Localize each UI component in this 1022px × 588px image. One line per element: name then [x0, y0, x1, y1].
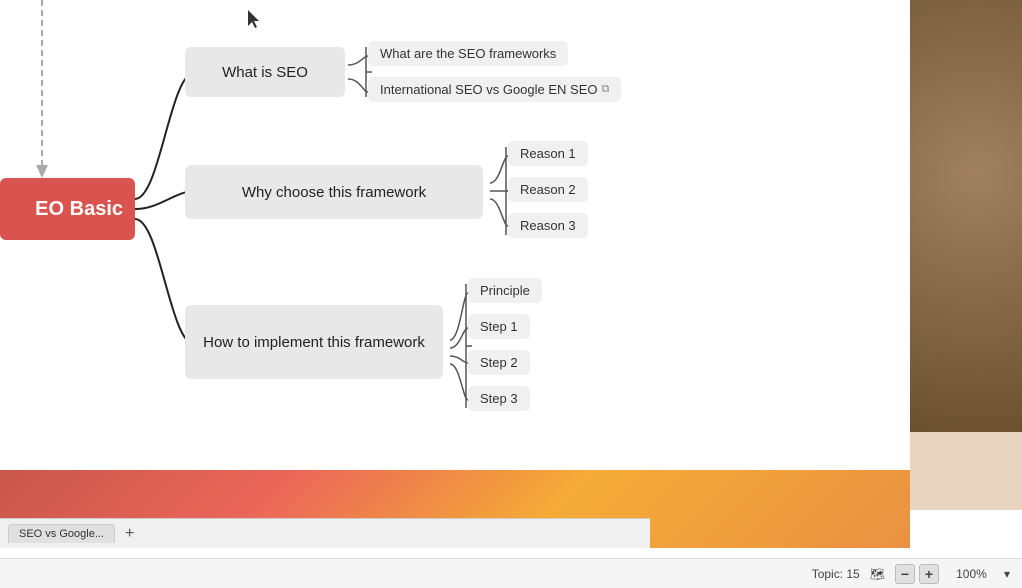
leaf-seo-frameworks-label: What are the SEO frameworks	[380, 46, 556, 61]
leaf-step2-label: Step 2	[480, 355, 518, 370]
zoom-dropdown-icon[interactable]: ▾	[1004, 567, 1010, 581]
leaf-reason1[interactable]: Reason 1	[508, 141, 588, 166]
add-tab-button[interactable]: +	[119, 525, 140, 543]
status-bar: Topic: 15 🗺 − + 100% ▾	[0, 558, 1022, 588]
zoom-in-button[interactable]: +	[919, 564, 939, 584]
right-panel-texture	[910, 0, 1022, 432]
zoom-out-button[interactable]: −	[895, 564, 915, 584]
node-why-choose[interactable]: Why choose this framework	[185, 165, 483, 219]
root-node-label: EO Basic	[35, 198, 123, 221]
leaf-reason3[interactable]: Reason 3	[508, 213, 588, 238]
leaf-international-seo[interactable]: International SEO vs Google EN SEO ⧉	[368, 77, 621, 102]
tab-area: SEO vs Google... +	[0, 518, 650, 548]
node-how-to[interactable]: How to implement this framework	[185, 305, 443, 379]
right-panel	[910, 0, 1022, 510]
zoom-controls: − +	[895, 564, 939, 584]
cursor-pointer	[248, 10, 260, 28]
leaf-reason1-label: Reason 1	[520, 146, 576, 161]
root-node[interactable]: EO Basic	[0, 178, 135, 240]
mind-map-canvas: EO Basic What is SEO What are the SEO fr…	[0, 0, 910, 510]
leaf-reason3-label: Reason 3	[520, 218, 576, 233]
leaf-reason2[interactable]: Reason 2	[508, 177, 588, 202]
leaf-reason2-label: Reason 2	[520, 182, 576, 197]
leaf-step1[interactable]: Step 1	[468, 314, 530, 339]
tab-seo-google[interactable]: SEO vs Google...	[8, 524, 115, 543]
leaf-step1-label: Step 1	[480, 319, 518, 334]
leaf-step2[interactable]: Step 2	[468, 350, 530, 375]
leaf-step3-label: Step 3	[480, 391, 518, 406]
map-icon: 🗺	[870, 567, 885, 581]
leaf-principle-label: Principle	[480, 283, 530, 298]
copy-icon[interactable]: ⧉	[602, 83, 610, 96]
zoom-level: 100%	[949, 567, 994, 581]
leaf-international-seo-label: International SEO vs Google EN SEO	[380, 82, 598, 97]
leaf-principle[interactable]: Principle	[468, 278, 542, 303]
node-what-is-seo[interactable]: What is SEO	[185, 47, 345, 97]
topic-count: Topic: 15	[812, 567, 860, 581]
node-what-is-seo-label: What is SEO	[222, 64, 308, 81]
leaf-step3[interactable]: Step 3	[468, 386, 530, 411]
node-why-choose-label: Why choose this framework	[242, 184, 426, 201]
leaf-seo-frameworks[interactable]: What are the SEO frameworks	[368, 41, 568, 66]
node-how-to-label: How to implement this framework	[203, 334, 425, 351]
